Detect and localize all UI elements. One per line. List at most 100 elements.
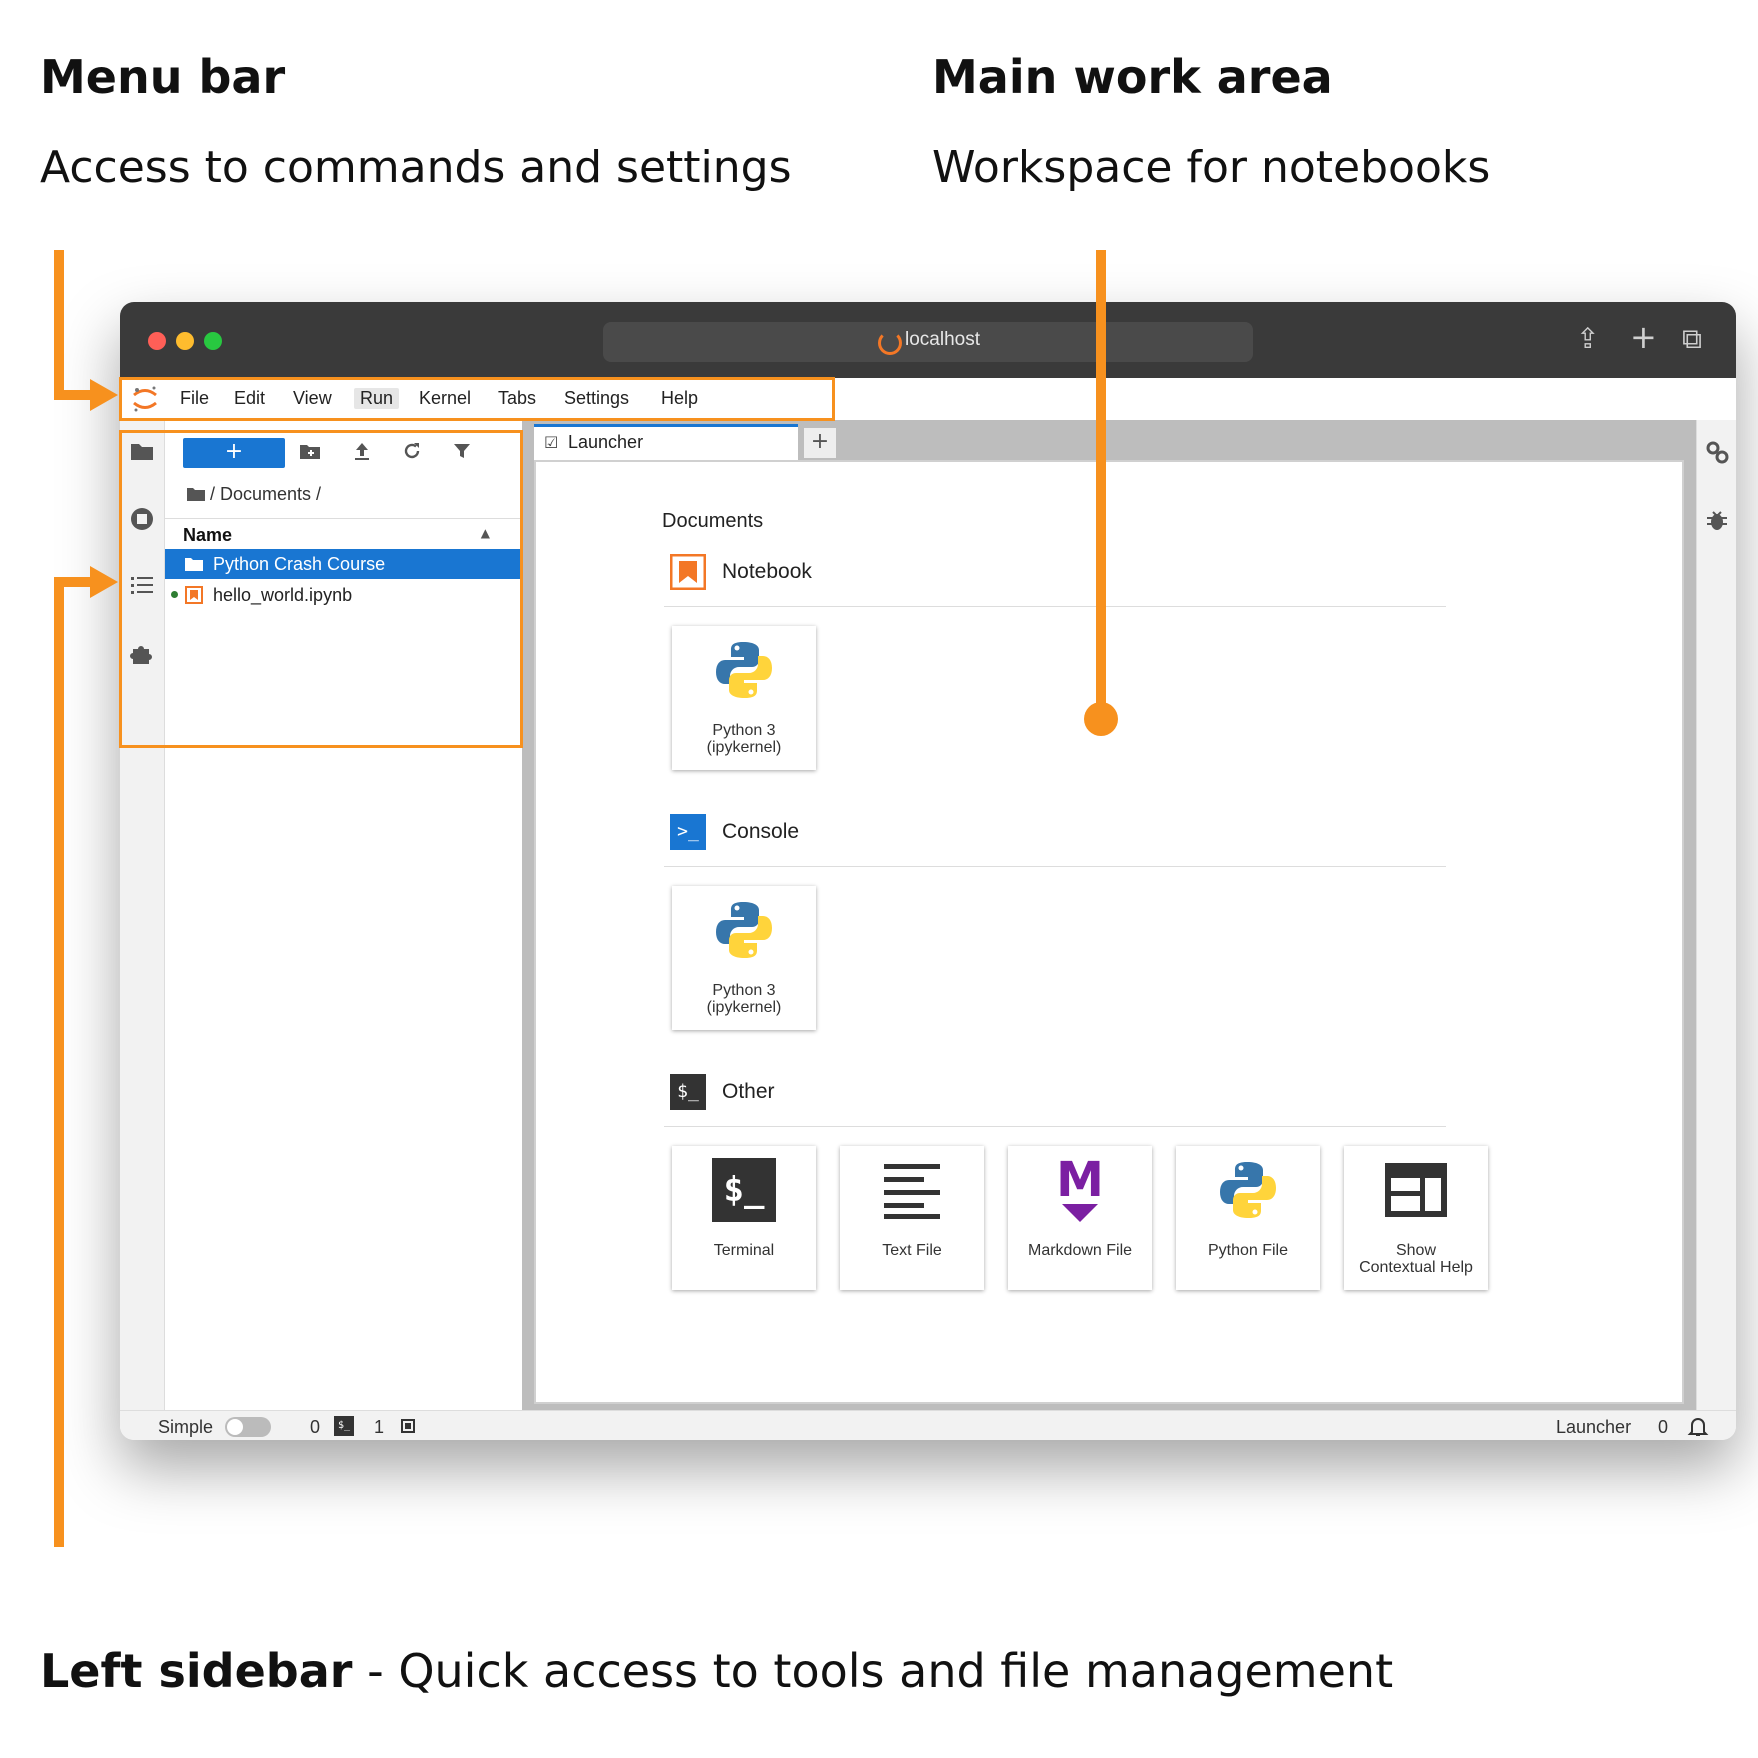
running-terminals-kernels-icon[interactable] [129,506,155,532]
card-caption-line2: (ipykernel) [706,999,782,1016]
folder-icon[interactable] [129,438,155,464]
breadcrumb-folder-icon [187,488,205,501]
menu-bar-callout-arrow [90,379,118,411]
launcher-path: Documents [662,510,764,532]
right-sidebar [1696,420,1736,1410]
card-caption-line1: Text File [882,1242,942,1259]
menu-tabs[interactable]: Tabs [498,388,536,409]
file-row-python-crash-course[interactable]: Python Crash Course [165,549,522,579]
menu-help[interactable]: Help [661,388,698,409]
current-activity-label: Launcher [1556,1417,1632,1437]
file-browser-panel: + / Documents / Name ▲ Python Crash Cour… [165,420,528,1410]
other-section-icon: $_ [670,1074,706,1110]
terminal-icon: $_ [712,1158,776,1222]
left-activity-bar [120,420,165,1410]
add-tab-button[interactable]: + [804,428,836,458]
jupyter-logo-icon[interactable] [130,384,160,414]
menu-edit[interactable]: Edit [234,388,265,409]
card-caption-line1: Python 3 [712,722,776,739]
kernels-count: 1 [374,1417,385,1437]
file-row-hello-world[interactable]: hello_world.ipynb [165,580,522,610]
launcher-tab-icon: ☑ [544,433,559,452]
launcher-card-markdown-file[interactable]: M Markdown File [1008,1146,1152,1290]
file-name: hello_world.ipynb [213,585,353,605]
menu-settings[interactable]: Settings [564,388,629,409]
markdown-icon: M [1048,1152,1112,1222]
launcher-card-python-file[interactable]: Python File [1176,1146,1320,1290]
menu-view[interactable]: View [293,388,332,409]
card-caption-line2: Contextual Help [1359,1259,1473,1276]
notification-count: 0 [1658,1417,1669,1437]
main-work-area-heading: Main work area [932,50,1333,104]
launcher-card-text-file[interactable]: Text File [840,1146,984,1290]
simple-mode-toggle[interactable] [225,1417,271,1437]
extension-manager-icon[interactable] [129,640,155,666]
left-sidebar-separator: - [352,1644,399,1698]
text-file-icon [884,1164,940,1219]
property-inspector-gears-icon[interactable] [1705,440,1729,464]
section-divider [664,1126,1446,1127]
main-work-area-callout-dot [1084,702,1118,736]
tab-launcher[interactable]: ☑ Launcher [534,424,798,463]
breadcrumb[interactable]: / Documents / [187,484,321,505]
filter-icon[interactable] [451,440,473,462]
python-logo-icon [716,642,772,698]
debugger-bug-icon[interactable] [1705,508,1729,532]
terminals-count: 0 [310,1417,321,1437]
new-folder-icon[interactable] [299,440,321,462]
minimize-window-button[interactable] [176,332,194,350]
left-sidebar-heading: Left sidebar [40,1644,353,1698]
jupyter-menubar: File Edit View Run Kernel Tabs Settings … [120,378,1736,421]
new-launcher-button[interactable]: + [183,438,285,468]
browser-titlebar: localhost ⇪ + ⧉ [120,302,1736,378]
tabs-overview-icon[interactable]: ⧉ [1682,322,1702,356]
left-sidebar-annotation: Left sidebar - Quick access to tools and… [40,1644,1393,1698]
launcher-card-python3-console[interactable]: Python 3 (ipykernel) [672,886,816,1030]
markdown-arrow-icon [1062,1204,1098,1222]
table-of-contents-icon[interactable] [129,572,155,598]
menu-bar-description: Access to commands and settings [40,142,792,193]
close-window-button[interactable] [148,332,166,350]
column-header-name[interactable]: Name ▲ [165,518,522,550]
tab-label: Launcher [568,432,644,452]
running-indicator-icon [171,591,178,598]
launcher-card-terminal[interactable]: $_ Terminal [672,1146,816,1290]
card-caption-line1: Python 3 [712,982,776,999]
status-bar: Simple 0 $_ 1 Launcher 0 [120,1410,1736,1440]
launcher-card-python3-notebook[interactable]: Python 3 (ipykernel) [672,626,816,770]
markdown-glyph: M [1056,1152,1104,1208]
main-work-area: ☑ Launcher + Documents Notebook Python 3… [528,420,1696,1410]
menu-bar-heading: Menu bar [40,50,286,104]
section-title-notebook: Notebook [722,560,812,583]
main-work-area-description: Workspace for notebooks [932,142,1491,193]
main-work-area-callout-line [1096,250,1106,718]
notification-bell-icon[interactable] [1686,1414,1710,1438]
contextual-help-icon [1385,1163,1447,1217]
terminal-status-icon[interactable]: $_ [334,1416,354,1436]
card-caption-line2: (ipykernel) [706,739,782,756]
menu-file[interactable]: File [180,388,209,409]
address-bar-url: localhost [905,329,980,350]
left-sidebar-callout-line [54,577,64,1547]
breadcrumb-path: / Documents / [210,484,322,504]
loading-spinner-icon [878,331,902,355]
folder-icon [185,558,203,571]
launcher-panel: Documents Notebook Python 3 (ipykernel) [534,460,1684,1404]
upload-icon[interactable] [351,440,373,462]
menu-kernel[interactable]: Kernel [419,388,471,409]
kernel-status-icon[interactable] [398,1416,418,1436]
simple-mode-label: Simple [158,1417,214,1437]
section-title-other: Other [722,1080,775,1103]
tab-bar: ☑ Launcher + [528,420,1696,463]
share-icon[interactable]: ⇪ [1576,322,1599,355]
python-logo-icon [716,902,772,958]
left-sidebar-description: Quick access to tools and file managemen… [398,1644,1394,1698]
column-header-label: Name [183,525,233,545]
maximize-window-button[interactable] [204,332,222,350]
address-bar[interactable]: localhost [603,322,1253,362]
launcher-card-contextual-help[interactable]: Show Contextual Help [1344,1146,1488,1290]
card-caption-line1: Terminal [713,1242,775,1259]
menu-run[interactable]: Run [354,388,400,409]
refresh-icon[interactable] [401,440,423,462]
new-tab-plus-icon[interactable]: + [1630,318,1657,356]
